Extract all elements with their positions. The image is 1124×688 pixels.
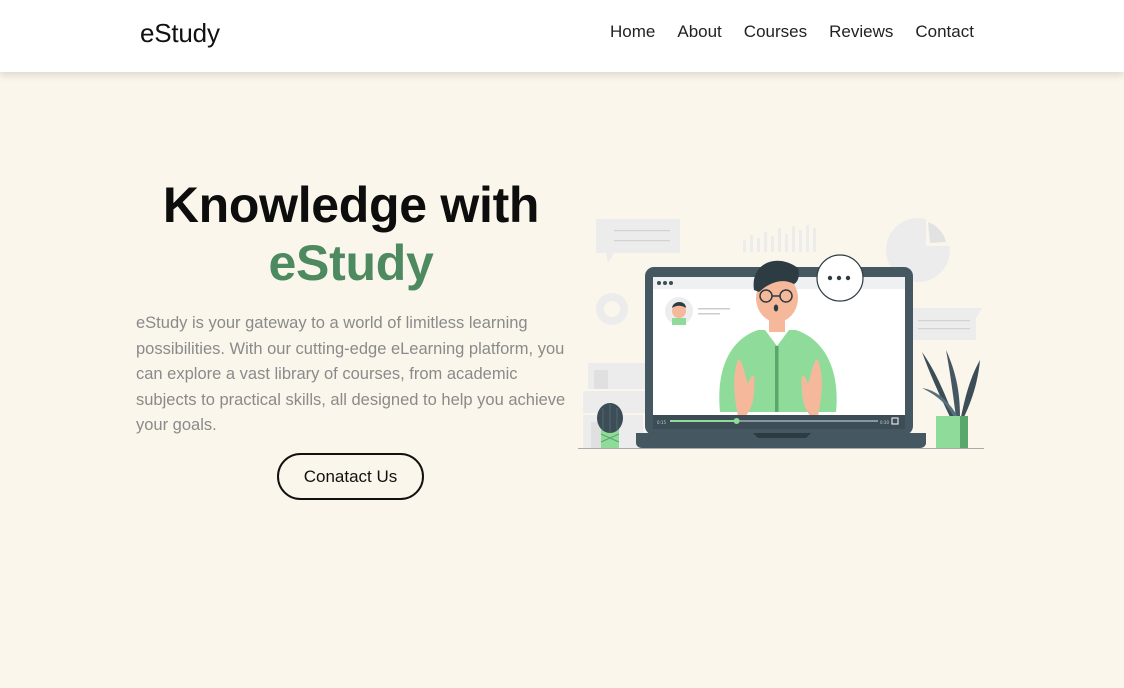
nav-link-about[interactable]: About (677, 22, 721, 42)
speech-bubble (816, 254, 864, 302)
site-header: eStudy Home About Courses Reviews Contac… (0, 0, 1124, 72)
hero-title-line1: Knowledge with (162, 177, 540, 233)
potted-plant (922, 350, 980, 448)
site-logo[interactable]: eStudy (140, 18, 220, 49)
hero-title: Knowledge with eStudy (136, 176, 566, 292)
ground-line (578, 448, 984, 449)
player-time-right: 0:30 (880, 420, 889, 425)
nav-link-contact[interactable]: Contact (915, 22, 974, 42)
video-progress-fill (670, 420, 737, 422)
video-player-controls[interactable]: 0:15 0:30 (653, 415, 905, 429)
contact-us-button[interactable]: Conatact Us (277, 453, 424, 500)
nav-link-home[interactable]: Home (610, 22, 655, 42)
nav-link-reviews[interactable]: Reviews (829, 22, 893, 42)
hero-illustration: 0:15 0:30 (578, 218, 984, 449)
nav-link-courses[interactable]: Courses (744, 22, 807, 42)
main-nav: Home About Courses Reviews Contact (610, 22, 974, 42)
hero-title-brand: eStudy (268, 235, 434, 291)
hero-description: eStudy is your gateway to a world of lim… (136, 314, 566, 434)
video-progress-knob[interactable] (733, 418, 740, 424)
player-time-left: 0:15 (657, 420, 666, 425)
